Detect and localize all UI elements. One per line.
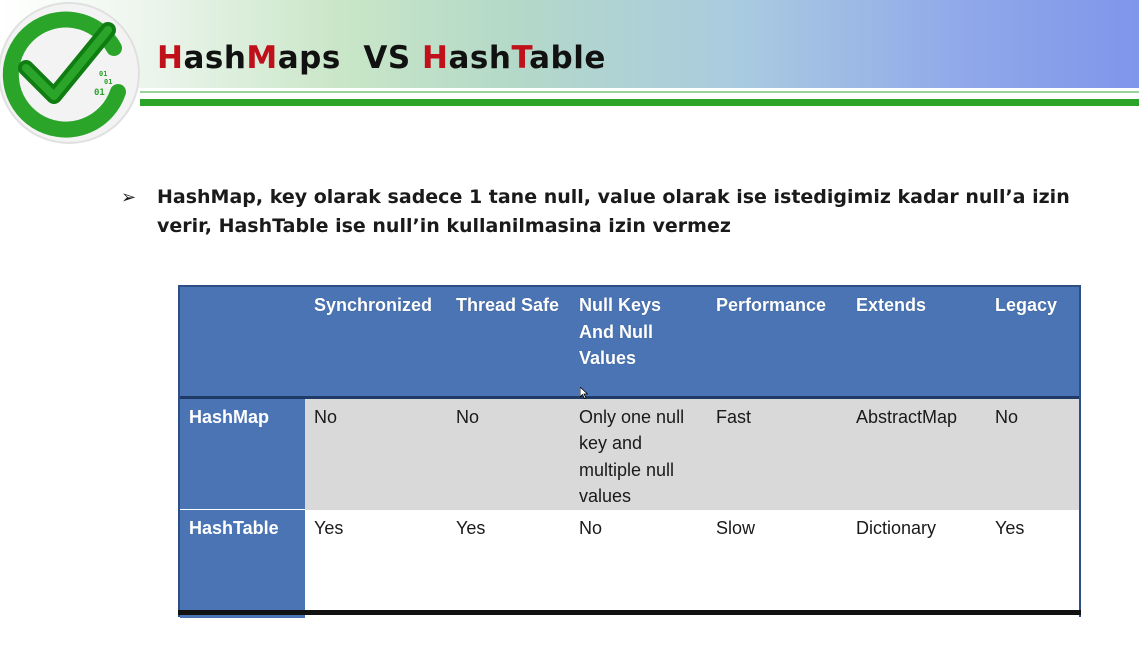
column-header: Legacy — [995, 295, 1058, 315]
logo-binary-2: 01 — [104, 78, 112, 86]
column-header: Thread Safe — [456, 295, 560, 315]
table-cell: No — [314, 406, 338, 427]
table-cell: No — [579, 517, 603, 538]
bullet-text: HashMap, key olarak sadece 1 tane null, … — [157, 186, 1070, 237]
table-cell: Yes — [314, 517, 344, 538]
row-header: HashMap — [180, 397, 305, 510]
logo-binary-3: 01 — [94, 88, 105, 98]
table-cell: No — [995, 406, 1019, 427]
table-cell: Dictionary — [856, 517, 937, 538]
table-cell: No — [456, 406, 480, 427]
header-divider-thin — [140, 91, 1139, 93]
table-corner-cell — [180, 287, 305, 397]
table-cell: AbstractMap — [856, 406, 958, 427]
row-header: HashTable — [180, 509, 305, 618]
header-divider — [140, 99, 1139, 106]
column-header: Null Keys And Null Values — [579, 295, 662, 368]
table-cell: Yes — [995, 517, 1025, 538]
checkmark-icon: 01 01 01 — [0, 2, 140, 144]
column-header: Synchronized — [314, 295, 433, 315]
column-header: Extends — [856, 295, 927, 315]
comparison-table: Synchronized Thread Safe Null Keys And N… — [178, 285, 1081, 618]
table-cell: Slow — [716, 517, 756, 538]
comparison-table-grid: Synchronized Thread Safe Null Keys And N… — [180, 287, 1079, 618]
mouse-cursor-icon — [580, 387, 588, 399]
logo-binary-1: 01 — [99, 70, 107, 78]
table-header-row: Synchronized Thread Safe Null Keys And N… — [180, 287, 1079, 397]
table-row: HashMap No No Only one null key and mult… — [180, 397, 1079, 510]
table-row: HashTable Yes Yes No Slow Dictionary Yes — [180, 509, 1079, 618]
table-bottom-border — [178, 610, 1081, 615]
table-cell: Fast — [716, 406, 752, 427]
table-cell: Only one null key and multiple null valu… — [579, 406, 685, 507]
slide-title: HashMaps VS HashTable — [157, 40, 606, 76]
table-cell: Yes — [456, 517, 486, 538]
arrow-bullet-icon: ➢ — [121, 187, 137, 208]
column-header: Performance — [716, 295, 827, 315]
